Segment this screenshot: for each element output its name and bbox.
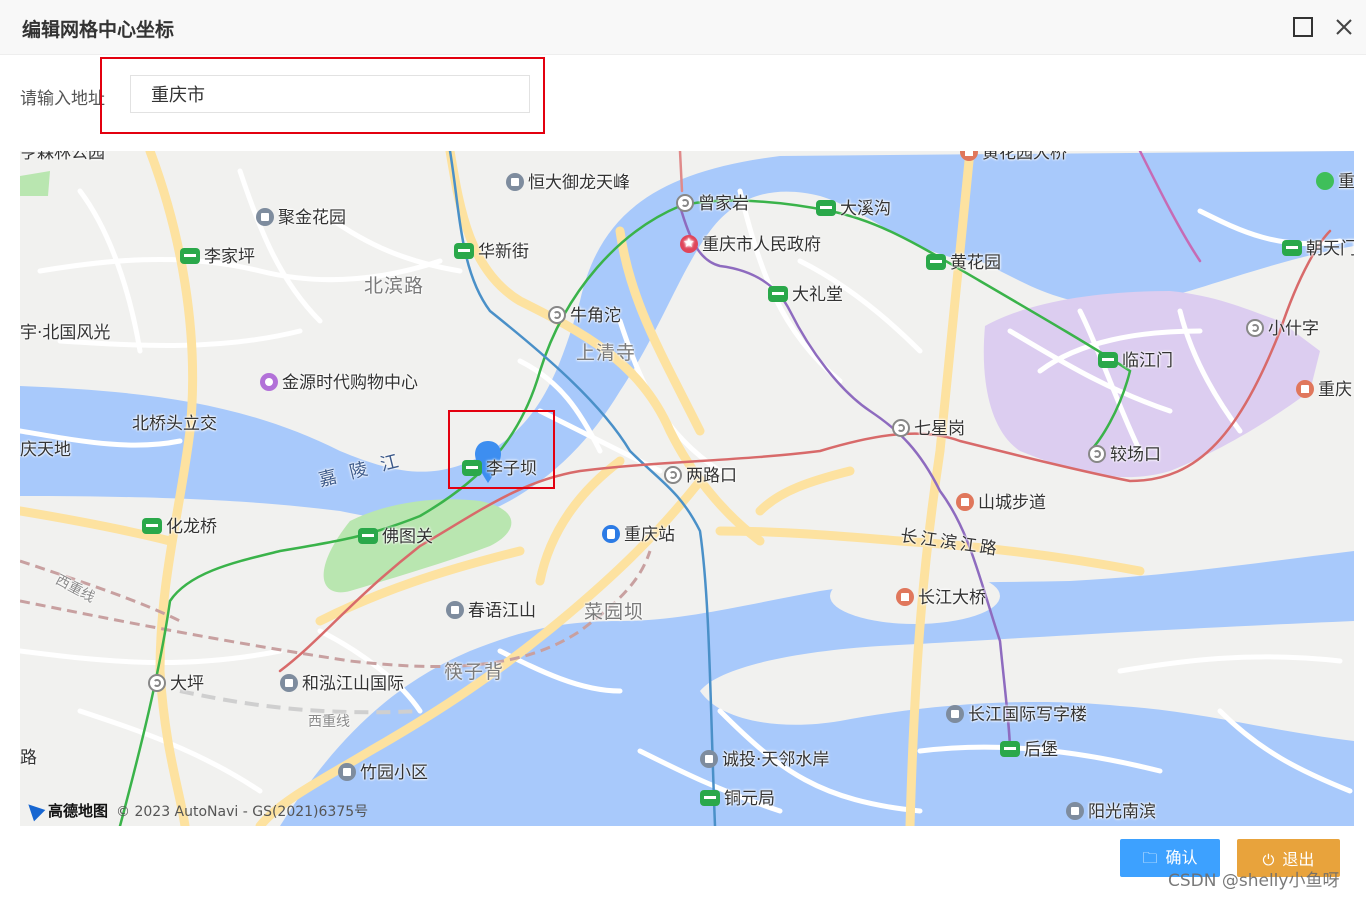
map-label[interactable]: 诚投·天邻水岸 xyxy=(700,750,829,770)
map-label[interactable]: 长江大桥 xyxy=(896,588,986,608)
map-label[interactable]: 路 xyxy=(20,748,37,768)
map-container[interactable]: 恒大御龙天峰 曾家岩 大溪沟 黄花园大桥 聚金花园 华新街 重庆市人民政府 黄花… xyxy=(20,151,1354,826)
map-label[interactable]: 华新街 xyxy=(454,242,529,262)
address-input[interactable] xyxy=(130,75,530,113)
metro-station-icon xyxy=(358,528,378,544)
map-label[interactable]: 大溪沟 xyxy=(816,199,891,219)
map-label[interactable]: 和泓江山国际 xyxy=(280,674,404,694)
building-icon xyxy=(506,173,524,191)
map-label[interactable]: 亨森林公园 xyxy=(20,151,105,163)
map-label[interactable]: 朝天门 xyxy=(1282,239,1354,259)
metro-station-icon xyxy=(454,243,474,259)
map-attribution: 高德地图 © 2023 AutoNavi - GS(2021)6375号 xyxy=(22,798,369,822)
metro-station-icon xyxy=(1282,240,1302,256)
building-icon xyxy=(700,750,718,768)
map-label[interactable]: 聚金花园 xyxy=(256,208,346,228)
building-icon xyxy=(280,674,298,692)
map-label[interactable]: 化龙桥 xyxy=(142,517,217,537)
map-label[interactable]: 曾家岩 xyxy=(676,194,749,214)
folder-icon: 🗀 xyxy=(1142,848,1158,867)
map-label[interactable]: 长江国际写字楼 xyxy=(946,705,1087,725)
shopping-icon xyxy=(260,373,278,391)
map-label[interactable]: 菜园坝 xyxy=(584,602,644,622)
metro-station-icon xyxy=(462,460,482,476)
map-label[interactable]: 大坪 xyxy=(148,674,204,694)
address-form: 请输入地址 xyxy=(0,56,1366,146)
map-label[interactable]: 北滨路 xyxy=(364,276,424,296)
map-label[interactable]: 重 xyxy=(1316,172,1354,192)
confirm-label: 确认 xyxy=(1165,847,1198,867)
building-icon xyxy=(1066,802,1084,820)
dialog-title: 编辑网格中心坐标 xyxy=(22,19,175,41)
map-label[interactable]: 佛图关 xyxy=(358,527,433,547)
map-label[interactable]: 李子坝 xyxy=(462,459,537,479)
map-label[interactable]: 重庆 xyxy=(1296,380,1352,400)
close-icon[interactable] xyxy=(1331,14,1357,40)
building-icon xyxy=(256,208,274,226)
address-label: 请输入地址 xyxy=(20,89,105,109)
park-icon xyxy=(1316,172,1334,190)
map-label[interactable]: 牛角沱 xyxy=(548,306,621,326)
metro-station-icon xyxy=(1098,352,1118,368)
map-label[interactable]: 阳光南滨 xyxy=(1066,802,1156,822)
map-label[interactable]: 黄花园 xyxy=(926,253,1001,273)
map-label[interactable]: 较场口 xyxy=(1088,445,1161,465)
map-logo-text: 高德地图 xyxy=(48,802,109,820)
map-label[interactable]: 李家坪 xyxy=(180,247,255,267)
watermark: CSDN @shelly小鱼呀 xyxy=(1168,871,1340,891)
building-icon xyxy=(946,705,964,723)
metro-station-icon xyxy=(180,248,200,264)
government-icon xyxy=(680,234,698,254)
map-label[interactable]: 金源时代购物中心 xyxy=(260,373,418,393)
metro-station-icon xyxy=(1000,741,1020,757)
map-label[interactable]: 小什字 xyxy=(1246,319,1319,339)
metro-station-icon xyxy=(700,790,720,806)
landmark-icon xyxy=(956,493,974,511)
map-label[interactable]: 恒大御龙天峰 xyxy=(506,173,630,193)
map-label[interactable]: 两路口 xyxy=(664,466,737,486)
metro-station-icon xyxy=(926,254,946,270)
map-label[interactable]: 后堡 xyxy=(1000,740,1058,760)
metro-transfer-icon xyxy=(1246,319,1264,337)
map-label[interactable]: 宇·北国风光 xyxy=(20,323,110,343)
train-station-icon xyxy=(602,525,620,543)
maximize-icon[interactable] xyxy=(1290,14,1316,40)
metro-station-icon xyxy=(768,286,788,302)
dialog-header: 编辑网格中心坐标 xyxy=(0,0,1366,55)
metro-station-icon xyxy=(142,518,162,534)
map-label[interactable]: 筷子背 xyxy=(444,662,504,682)
map-label[interactable]: 竹园小区 xyxy=(338,763,428,783)
map-label[interactable]: 七星岗 xyxy=(892,419,965,439)
building-icon xyxy=(338,763,356,781)
metro-transfer-icon xyxy=(548,306,566,324)
map-label[interactable]: 山城步道 xyxy=(956,493,1046,513)
map-label[interactable]: 临江门 xyxy=(1098,351,1173,371)
map-label[interactable]: 重庆市人民政府 xyxy=(680,234,821,255)
metro-transfer-icon xyxy=(1088,445,1106,463)
metro-station-icon xyxy=(816,200,836,216)
landmark-icon xyxy=(1296,380,1314,398)
building-icon xyxy=(446,601,464,619)
map-label[interactable]: 黄花园大桥 xyxy=(960,151,1067,163)
map-label[interactable]: 上清寺 xyxy=(576,343,636,363)
map-label[interactable]: 庆天地 xyxy=(20,440,71,460)
metro-transfer-icon xyxy=(664,466,682,484)
map-label[interactable]: 铜元局 xyxy=(700,789,775,809)
map-label[interactable]: 春语江山 xyxy=(446,601,536,621)
map-label[interactable]: 北桥头立交 xyxy=(132,414,217,434)
landmark-icon xyxy=(896,588,914,606)
metro-transfer-icon xyxy=(148,674,166,692)
map-label[interactable]: 重庆站 xyxy=(602,525,675,545)
metro-transfer-icon xyxy=(892,419,910,437)
map-label[interactable]: 大礼堂 xyxy=(768,285,843,305)
map-copyright: © 2023 AutoNavi - GS(2021)6375号 xyxy=(116,804,369,820)
amap-logo-icon xyxy=(22,798,46,822)
landmark-icon xyxy=(960,151,978,161)
railway-label: 西重线 xyxy=(308,714,350,730)
metro-transfer-icon xyxy=(676,194,694,212)
